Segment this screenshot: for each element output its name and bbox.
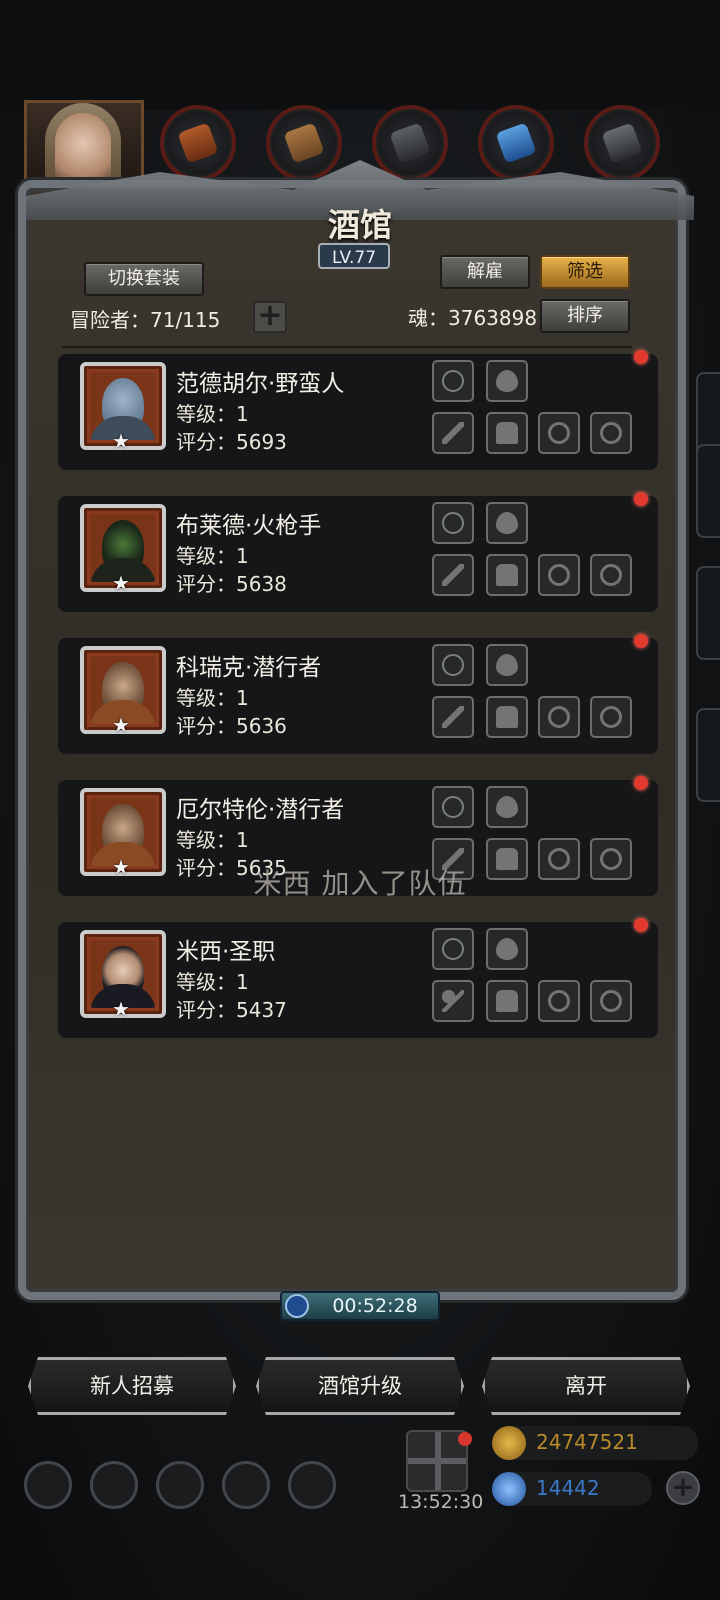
hero-level: 等级：1 — [176, 402, 249, 426]
page-title: 酒馆 — [327, 206, 392, 244]
portrait-face — [55, 113, 111, 189]
ring-slot-icon[interactable] — [538, 554, 580, 596]
switch-set-button[interactable]: 切换套装 — [84, 262, 204, 296]
hero-score: 评分：5638 — [176, 572, 287, 596]
gift-timer: 13:52:30 — [398, 1491, 484, 1513]
gold-coin-icon — [492, 1426, 526, 1460]
necklace-slot-icon[interactable] — [432, 928, 474, 970]
gem-icon — [492, 1472, 526, 1506]
notification-dot — [634, 634, 648, 648]
soul-count: 魂：3763898 — [408, 306, 538, 330]
refresh-timer: 00:52:28 — [280, 1291, 440, 1321]
hero-row[interactable]: ★ 米西·圣职 等级：1 评分：5437 — [58, 918, 658, 1038]
wood-category-tab[interactable] — [266, 105, 342, 181]
armor-slot-icon[interactable] — [486, 696, 528, 738]
join-toast: 米西 加入了队伍 — [253, 867, 467, 900]
hero-row[interactable]: ★ 科瑞克·潜行者 等级：1 评分：5636 — [58, 634, 658, 754]
ring-slot-icon[interactable] — [590, 554, 632, 596]
hero-level: 等级：1 — [176, 970, 249, 994]
side-tab[interactable] — [696, 444, 720, 538]
hero-score: 评分：5693 — [176, 430, 287, 454]
hero-row[interactable]: ★ 范德胡尔·野蛮人 等级：1 评分：5693 — [58, 350, 658, 470]
tavern-upgrade-button[interactable]: 酒馆升级 — [256, 1357, 464, 1415]
ring-slot-icon[interactable] — [590, 980, 632, 1022]
hero-name: 范德胡尔·野蛮人 — [176, 371, 345, 397]
hero-level: 等级：1 — [176, 544, 249, 568]
amulet-slot-icon[interactable] — [486, 644, 528, 686]
settings-icon[interactable] — [24, 1461, 72, 1509]
gold-amount: 24747521 — [536, 1430, 638, 1454]
gem-display: 14442 — [492, 1472, 652, 1506]
ring-slot-icon[interactable] — [538, 696, 580, 738]
notification-dot — [458, 1432, 472, 1446]
weapon-slot-icon[interactable] — [432, 696, 474, 738]
notification-dot — [634, 350, 648, 364]
notification-dot — [634, 492, 648, 506]
leave-button[interactable]: 离开 — [482, 1357, 690, 1415]
ring-slot-icon[interactable] — [590, 696, 632, 738]
badge-icon[interactable] — [90, 1461, 138, 1509]
armor-slot-icon[interactable] — [486, 554, 528, 596]
weapon-slot-icon[interactable] — [432, 554, 474, 596]
hero-score: 评分：5636 — [176, 714, 287, 738]
armor-category-tab[interactable] — [160, 105, 236, 181]
weapon-slot-icon[interactable] — [432, 980, 474, 1022]
iron-category-tab[interactable] — [584, 105, 660, 181]
metal-category-tab[interactable] — [372, 105, 448, 181]
necklace-slot-icon[interactable] — [432, 360, 474, 402]
star-icon: ★ — [112, 713, 130, 737]
top-bar — [0, 0, 720, 110]
hero-level: 等级：1 — [176, 686, 249, 710]
tavern-level-badge: LV.77 — [318, 243, 390, 269]
hero-name: 科瑞克·潜行者 — [176, 655, 322, 681]
ring-slot-icon[interactable] — [538, 412, 580, 454]
mail-icon[interactable] — [222, 1461, 270, 1509]
divider — [62, 346, 632, 348]
hero-level: 等级：1 — [176, 828, 249, 852]
armor-slot-icon[interactable] — [486, 980, 528, 1022]
star-icon: ★ — [112, 997, 130, 1021]
expand-capacity-button[interactable]: + — [253, 301, 287, 333]
star-icon: ★ — [112, 429, 130, 453]
amulet-slot-icon[interactable] — [486, 928, 528, 970]
side-tab[interactable] — [696, 708, 720, 802]
amulet-slot-icon[interactable] — [486, 502, 528, 544]
gold-display: 24747521 — [492, 1426, 698, 1460]
map-icon[interactable] — [156, 1461, 204, 1509]
add-gem-button[interactable]: + — [666, 1471, 700, 1505]
timer-text: 00:52:28 — [332, 1295, 418, 1317]
armor-slot-icon[interactable] — [486, 412, 528, 454]
leather-armor-icon — [177, 122, 219, 164]
crystal-icon — [495, 122, 537, 164]
ring-slot-icon[interactable] — [590, 412, 632, 454]
clock-icon — [285, 1294, 309, 1318]
notification-dot — [634, 776, 648, 790]
wood-plank-icon — [283, 122, 325, 164]
adventurers-count: 冒险者：71/115 — [70, 308, 221, 332]
shop-icon[interactable] — [288, 1461, 336, 1509]
crystal-category-tab[interactable] — [478, 105, 554, 181]
hero-name: 厄尔特伦·潜行者 — [176, 797, 345, 823]
ring-slot-icon[interactable] — [538, 980, 580, 1022]
hero-name: 米西·圣职 — [176, 939, 276, 965]
star-icon: ★ — [112, 571, 130, 595]
filter-button[interactable]: 筛选 — [540, 255, 630, 289]
dismiss-button[interactable]: 解雇 — [440, 255, 530, 289]
metal-ingot-icon — [389, 122, 431, 164]
weapon-slot-icon[interactable] — [432, 412, 474, 454]
side-tab[interactable] — [696, 566, 720, 660]
amulet-slot-icon[interactable] — [486, 360, 528, 402]
recruit-button[interactable]: 新人招募 — [28, 1357, 236, 1415]
gem-amount: 14442 — [536, 1476, 600, 1500]
notification-dot — [634, 918, 648, 932]
necklace-slot-icon[interactable] — [432, 644, 474, 686]
hero-score: 评分：5437 — [176, 998, 287, 1022]
amulet-slot-icon[interactable] — [486, 786, 528, 828]
necklace-slot-icon[interactable] — [432, 502, 474, 544]
sort-button[interactable]: 排序 — [540, 299, 630, 333]
hero-name: 布莱德·火枪手 — [176, 513, 322, 539]
hero-row[interactable]: ★ 布莱德·火枪手 等级：1 评分：5638 — [58, 492, 658, 612]
iron-bar-icon — [601, 122, 643, 164]
necklace-slot-icon[interactable] — [432, 786, 474, 828]
